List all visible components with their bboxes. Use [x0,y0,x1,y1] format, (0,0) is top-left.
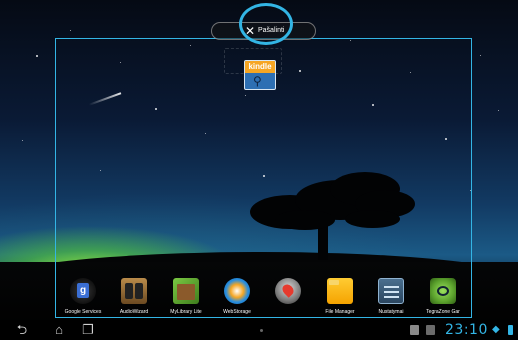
settings-icon [378,278,404,304]
dock-app-maps[interactable] [260,278,316,309]
app-label: MyLibrary Lite [170,309,202,315]
battery-icon [508,325,513,335]
app-label: Google Services [64,309,102,315]
dock-app-mylibrary[interactable]: MyLibrary Lite [158,278,214,316]
app-label: File Manager [325,309,355,315]
wifi-icon: ◆ [492,324,500,335]
google-services-icon: g [70,278,96,304]
screenshot-icon [426,325,435,335]
audiowizard-icon [121,278,147,304]
reader-figure-icon: ⚲ [253,74,262,88]
kindle-app-icon[interactable]: kindle ⚲ [244,60,276,90]
navigation-bar [0,320,518,340]
status-clock: 23:10 [445,322,488,338]
nav-dot [260,329,263,332]
dock-app-audiowizard[interactable]: AudioWizard [106,278,162,316]
app-label: TegraZone Gar [426,309,460,315]
star [36,55,38,57]
maps-icon [275,278,301,304]
star [498,110,499,111]
sd-card-icon [410,325,419,335]
tegrazone-icon [430,278,456,304]
dock-app-webstorage[interactable]: WebStorage [209,278,265,316]
mylibrary-icon [173,278,199,304]
webstorage-icon [224,278,250,304]
file-manager-icon [327,278,353,304]
home-icon[interactable]: ⌂ [51,323,67,337]
star [480,55,481,56]
dock-app-file-manager[interactable]: File Manager [312,278,368,316]
highlight-circle [239,3,293,45]
kindle-label: kindle [248,62,272,71]
app-label: Nustatymai [378,309,404,315]
back-icon[interactable]: ⮌ [14,323,30,337]
dock-app-google-services[interactable]: g Google Services [55,278,111,316]
home-screen: ✕ Pašalinti kindle ⚲ g Google Services A… [0,0,518,340]
app-label: WebStorage [223,309,251,315]
recent-apps-icon[interactable]: ❐ [80,323,96,337]
dock-app-tegrazone[interactable]: TegraZone Gar [415,278,471,316]
star [22,140,23,141]
dock-app-settings[interactable]: Nustatymai [363,278,419,316]
app-label: AudioWizard [119,309,149,315]
star [70,30,71,31]
